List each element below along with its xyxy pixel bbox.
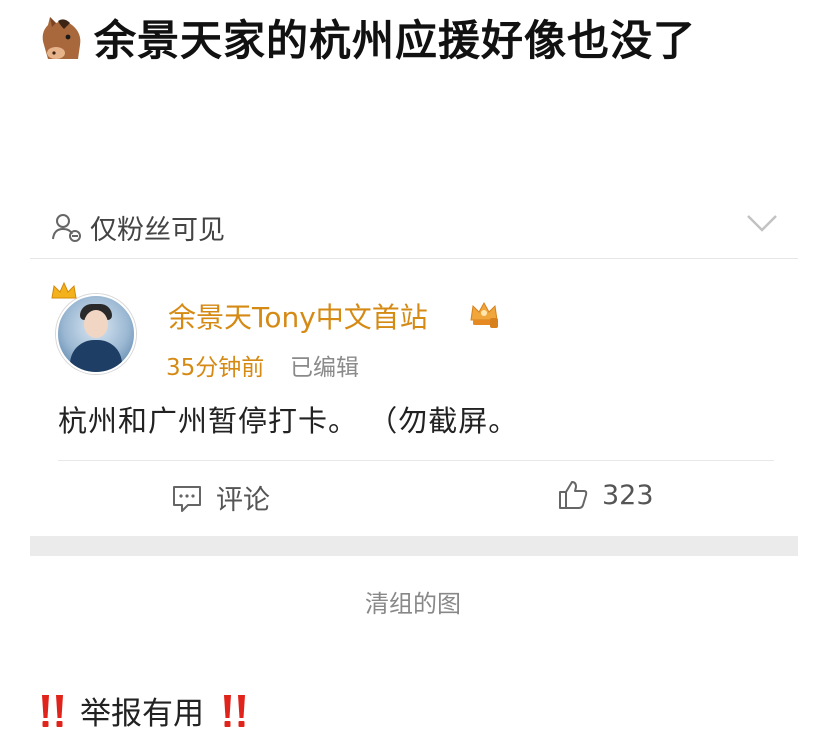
fans-only-icon xyxy=(52,214,81,242)
avatar[interactable] xyxy=(56,294,136,374)
section-separator xyxy=(30,536,798,556)
crown-badge-icon xyxy=(470,301,498,328)
post-body-text: 杭州和广州暂停打卡。 （勿截屏。 xyxy=(58,404,519,438)
post-time: 35分钟前 xyxy=(166,355,265,381)
author-name[interactable]: 余景天Tony中文首站 xyxy=(168,296,428,336)
comment-icon xyxy=(173,485,201,512)
thumbs-up-icon xyxy=(559,481,588,509)
comment-button[interactable]: 评论 xyxy=(170,478,270,517)
post-title-text: 余景天家的杭州应援好像也没了 xyxy=(94,16,697,65)
like-button[interactable]: 323 xyxy=(556,478,654,512)
horse-face-icon xyxy=(42,17,81,59)
chevron-down-icon[interactable] xyxy=(744,210,780,236)
author-avatar-wrap[interactable] xyxy=(50,280,136,376)
post-title: 余景天家的杭州应援好像也没了 xyxy=(34,10,804,72)
image-caption: 清组的图 xyxy=(365,590,461,618)
comment-label: 评论 xyxy=(216,485,270,516)
visibility-bar[interactable]: 仅粉丝可见 xyxy=(30,196,798,259)
divider xyxy=(58,460,774,461)
double-exclamation-icon xyxy=(224,694,245,727)
crown-icon xyxy=(51,281,77,299)
report-text: 举报有用 xyxy=(80,696,204,732)
visibility-label: 仅粉丝可见 xyxy=(90,214,225,246)
double-exclamation-icon xyxy=(42,694,63,727)
report-line: 举报有用 xyxy=(36,688,252,733)
like-count: 323 xyxy=(602,479,654,511)
edited-label[interactable]: 已编辑 xyxy=(290,348,359,382)
